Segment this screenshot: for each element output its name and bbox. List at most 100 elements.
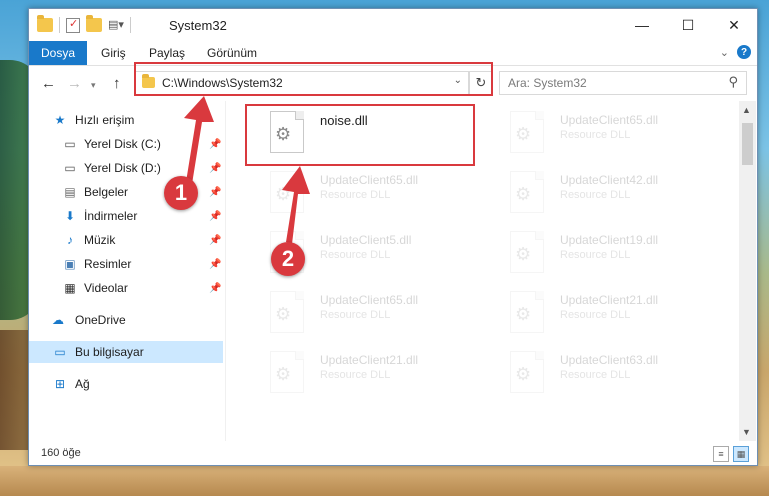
scroll-down-icon[interactable]: ▼ (742, 427, 751, 437)
sidebar-item-label: Ağ (75, 377, 90, 391)
file-type: Resource DLL (560, 129, 631, 141)
scrollbar-thumb[interactable] (742, 123, 753, 165)
music-icon: ♪ (67, 233, 73, 247)
tab-view[interactable]: Görünüm (207, 46, 257, 60)
file-name: UpdateClient19.dll (560, 233, 659, 247)
close-button[interactable]: ✕ (711, 9, 757, 41)
file-name: UpdateClient63.dll (560, 353, 659, 367)
tab-home[interactable]: Giriş (101, 46, 126, 60)
maximize-button[interactable]: ☐ (665, 9, 711, 41)
sidebar-item-local-disk-c[interactable]: ▭ Yerel Disk (C:) 📌 (29, 133, 223, 155)
help-icon[interactable]: ? (737, 45, 751, 59)
network-icon: ⊞ (54, 377, 66, 391)
file-item[interactable]: UpdateClient21.dll Resource DLL (488, 287, 708, 339)
search-icon: ⚲ (728, 74, 738, 89)
file-name: UpdateClient21.dll (560, 293, 659, 307)
dll-file-icon (510, 291, 544, 333)
sidebar-item-label: İndirmeler (84, 209, 138, 223)
sidebar-item-label: Belgeler (84, 185, 129, 199)
pin-icon[interactable]: 📌 (209, 235, 221, 246)
new-folder-icon[interactable] (86, 15, 102, 32)
picture-icon: ▣ (64, 257, 76, 271)
file-name: UpdateClient65.dll (560, 113, 659, 127)
chevron-down-icon[interactable]: ⌄ (454, 75, 462, 86)
dll-file-icon (270, 291, 304, 333)
search-placeholder: Ara: System32 (508, 76, 587, 90)
star-icon: ★ (54, 113, 66, 127)
view-toggle: ≡ ▦ (713, 446, 749, 462)
minimize-button[interactable]: — (619, 9, 665, 41)
film-icon: ▦ (64, 281, 76, 295)
pin-icon[interactable]: 📌 (209, 187, 221, 198)
search-input[interactable]: Ara: System32 ⚲ (499, 71, 747, 95)
scroll-up-icon[interactable]: ▲ (742, 105, 751, 115)
dll-file-icon (510, 171, 544, 213)
address-bar[interactable]: C:\Windows\System32 ⌄ (135, 71, 469, 95)
file-item[interactable]: UpdateClient65.dll Resource DLL (248, 167, 468, 219)
file-item[interactable]: UpdateClient42.dll Resource DLL (488, 167, 708, 219)
tab-share[interactable]: Paylaş (149, 46, 185, 60)
properties-icon[interactable] (66, 17, 80, 33)
sidebar-item-label: Bu bilgisayar (75, 345, 144, 359)
sidebar-item-local-disk-d[interactable]: ▭ Yerel Disk (D:) 📌 (29, 157, 223, 179)
sidebar-item-quick-access[interactable]: ★ Hızlı erişim (29, 109, 223, 131)
toolbar-separator (130, 17, 131, 33)
step-1-badge: 1 (164, 176, 198, 210)
file-type: Resource DLL (320, 309, 391, 321)
sidebar-item-pictures[interactable]: ▣ Resimler 📌 (29, 253, 223, 275)
file-item-noise-dll[interactable]: noise.dll (248, 107, 468, 159)
window-title: System32 (169, 18, 227, 33)
ribbon-controls: ⌄ ? (720, 45, 751, 59)
sidebar-item-downloads[interactable]: ⬇ İndirmeler 📌 (29, 205, 223, 227)
refresh-button[interactable]: ↻ (469, 71, 493, 95)
customize-toolbar-icon[interactable]: ▤▾ (108, 18, 124, 32)
file-item[interactable]: UpdateClient65.dll Resource DLL (248, 287, 468, 339)
file-item[interactable]: UpdateClient65.dll Resource DLL (488, 107, 708, 159)
beach-decoration (0, 466, 769, 496)
details-view-icon[interactable]: ≡ (713, 446, 729, 462)
step-2-badge: 2 (271, 242, 305, 276)
status-bar: 160 öğe ≡ ▦ (29, 443, 757, 465)
pin-icon[interactable]: 📌 (209, 163, 221, 174)
file-item[interactable]: UpdateClient19.dll Resource DLL (488, 227, 708, 279)
recent-locations-icon[interactable]: ▾ (91, 80, 96, 91)
sidebar-item-onedrive[interactable]: ☁ OneDrive (29, 309, 223, 331)
sidebar-item-videos[interactable]: ▦ Videolar 📌 (29, 277, 223, 299)
pin-icon[interactable]: 📌 (209, 259, 221, 270)
pin-icon[interactable]: 📌 (209, 283, 221, 294)
forward-arrow-icon[interactable]: → (67, 75, 82, 92)
file-item[interactable]: UpdateClient63.dll Resource DLL (488, 347, 708, 399)
back-arrow-icon[interactable]: ← (41, 75, 56, 92)
title-bar: ▤▾ System32 — ☐ ✕ (29, 9, 757, 41)
file-type: Resource DLL (560, 309, 631, 321)
file-explorer-window: ▤▾ System32 — ☐ ✕ Dosya Giriş Paylaş Gör… (28, 8, 758, 466)
expand-ribbon-icon[interactable]: ⌄ (720, 46, 729, 59)
pin-icon[interactable]: 📌 (209, 211, 221, 222)
large-icons-view-icon[interactable]: ▦ (733, 446, 749, 462)
dll-file-icon (510, 111, 544, 153)
sidebar-item-label: Resimler (84, 257, 132, 271)
sidebar-item-network[interactable]: ⊞ Ağ (29, 373, 223, 395)
drive-icon: ▭ (64, 161, 76, 175)
sidebar-item-label: Müzik (84, 233, 116, 247)
file-type: Resource DLL (320, 249, 391, 261)
vertical-scrollbar[interactable]: ▲ ▼ (739, 101, 756, 441)
computer-icon: ▭ (54, 345, 66, 359)
tab-file[interactable]: Dosya (29, 41, 87, 65)
file-name: UpdateClient21.dll (320, 353, 419, 367)
cloud-icon: ☁ (52, 313, 64, 327)
quick-access-toolbar: ▤▾ (37, 15, 131, 33)
sidebar-item-music[interactable]: ♪ Müzik 📌 (29, 229, 223, 251)
pin-icon[interactable]: 📌 (209, 139, 221, 150)
dll-file-icon (510, 351, 544, 393)
file-name: UpdateClient65.dll (320, 173, 419, 187)
sidebar-item-this-pc[interactable]: ▭ Bu bilgisayar (29, 341, 223, 363)
file-name: UpdateClient42.dll (560, 173, 659, 187)
file-item[interactable]: UpdateClient21.dll Resource DLL (248, 347, 468, 399)
download-icon: ⬇ (64, 209, 76, 223)
folder-icon (142, 74, 155, 88)
dll-file-icon (270, 351, 304, 393)
file-type: Resource DLL (560, 249, 631, 261)
sidebar-item-label: Hızlı erişim (75, 113, 135, 127)
up-arrow-icon[interactable]: ↑ (113, 75, 121, 92)
